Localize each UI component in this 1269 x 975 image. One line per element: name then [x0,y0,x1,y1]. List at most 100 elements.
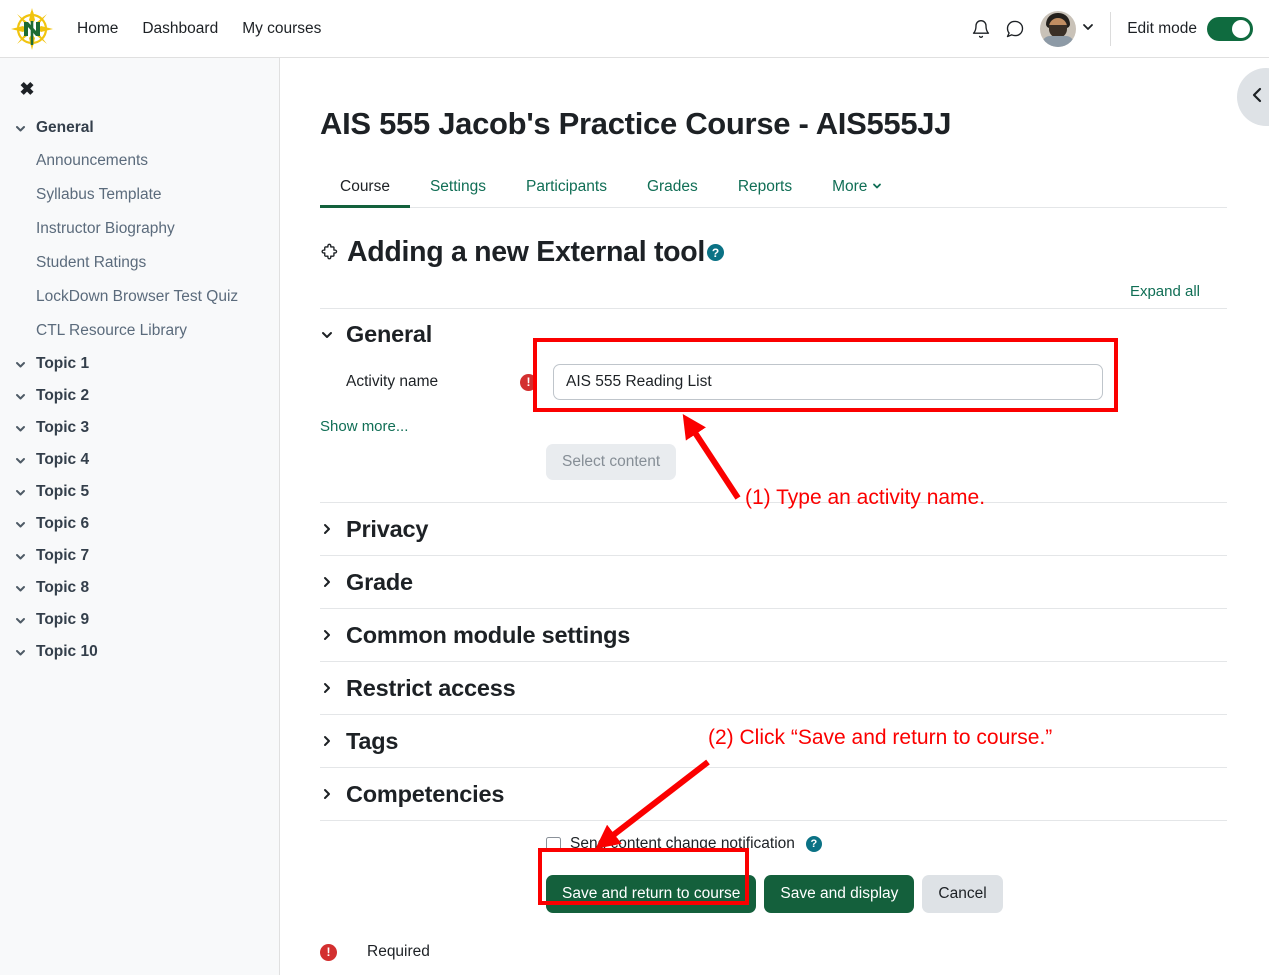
course-index-section-label: Topic 5 [36,483,90,500]
avatar [1040,10,1077,47]
tab-label: Course [340,178,390,196]
chevron-down-icon [14,422,36,435]
annotation-step-2: (2) Click “Save and return to course.” [708,726,1053,749]
course-tab-bar: Course Settings Participants Grades Reports M… [320,166,1227,209]
select-content-button[interactable]: Select content [546,444,677,481]
tab-settings[interactable]: Settings [410,178,506,207]
section-title: Common module settings [346,621,631,648]
required-legend-text: Required [367,943,430,961]
edit-mode-label: Edit mode [1127,19,1197,37]
course-index-item[interactable]: Student Ratings [0,246,279,280]
form-heading-help-icon[interactable]: ? [706,244,724,262]
collapsed-sections-list: Privacy Grade Common module settings Restri… [320,502,1227,820]
section-title: Competencies [346,780,505,807]
nmu-logo[interactable] [9,6,55,52]
form-footer: Send content change notification ? Save … [320,820,1227,961]
send-notification-help-icon[interactable]: ? [805,836,822,853]
expand-all-row: Expand all [320,283,1200,300]
form-heading: Adding a new External tool ? [320,236,1229,269]
course-index-section-label: Topic 1 [36,355,90,372]
required-legend: ! Required [320,943,1227,961]
edit-mode-toggle[interactable] [1207,16,1253,41]
nav-link-dashboard[interactable]: Dashboard [142,20,218,38]
course-index-section-topic-6[interactable]: Topic 6 [0,508,279,540]
chevron-down-icon [14,454,36,467]
section-competencies[interactable]: Competencies [320,767,1227,820]
course-index-section-label: Topic 6 [36,515,90,532]
tab-label: Reports [737,178,793,196]
course-index-section-topic-5[interactable]: Topic 5 [0,476,279,508]
chevron-down-icon [14,486,36,499]
chevron-right-icon [320,522,346,536]
save-and-display-button[interactable]: Save and display [764,875,915,914]
course-index-list: General Announcements Syllabus Template Ins… [0,102,279,668]
tab-grades[interactable]: Grades [627,178,718,207]
course-index-section-topic-4[interactable]: Topic 4 [0,444,279,476]
section-title: Grade [346,568,413,595]
course-index-section-topic-2[interactable]: Topic 2 [0,380,279,412]
tab-course[interactable]: Course [320,178,410,209]
course-index-section-topic-7[interactable]: Topic 7 [0,540,279,572]
chevron-down-icon [14,390,36,403]
speech-bubble-icon[interactable] [998,12,1032,46]
course-index-section-topic-8[interactable]: Topic 8 [0,572,279,604]
course-index-section-topic-9[interactable]: Topic 9 [0,604,279,636]
course-index-section-label: Topic 4 [36,451,90,468]
general-section-header[interactable]: General [320,321,1227,348]
nav-link-home[interactable]: Home [77,20,118,38]
cancel-button[interactable]: Cancel [922,875,1003,914]
send-notification-checkbox[interactable] [546,836,561,852]
form-action-buttons: Save and return to course Save and displ… [320,875,1227,914]
chevron-down-icon [872,182,882,194]
course-index-item[interactable]: CTL Resource Library [0,314,279,348]
tab-more[interactable]: More [812,178,902,207]
navbar-divider [1110,11,1112,46]
send-notification-row: Send content change notification ? [320,835,1227,853]
course-index-item[interactable]: LockDown Browser Test Quiz [0,280,279,314]
nav-link-my-courses[interactable]: My courses [242,20,321,38]
tab-label: Participants [525,178,607,196]
tab-participants[interactable]: Participants [506,178,627,207]
course-index-section-topic-1[interactable]: Topic 1 [0,348,279,380]
chevron-right-icon [320,734,346,748]
course-index-section-label: General [36,119,94,136]
course-index-item[interactable]: Instructor Biography [0,212,279,246]
chevron-down-icon [14,614,36,627]
section-restrict-access[interactable]: Restrict access [320,661,1227,714]
course-index-section-label: Topic 3 [36,419,90,436]
close-drawer-button[interactable]: ✖ [14,76,40,102]
course-index-section-topic-3[interactable]: Topic 3 [0,412,279,444]
general-section: General Activity name ! Show more... Sel… [320,308,1227,481]
activity-name-input[interactable] [553,364,1103,401]
chevron-down-icon [1082,20,1094,38]
section-privacy[interactable]: Privacy [320,502,1227,555]
chevron-down-icon [14,122,36,135]
section-grade[interactable]: Grade [320,555,1227,608]
chevron-right-icon [320,628,346,642]
tab-label: More [832,178,868,196]
form-heading-text: Adding a new External tool [347,236,705,269]
save-and-return-button[interactable]: Save and return to course [546,875,757,914]
chevron-down-icon [14,550,36,563]
tab-label: Grades [646,178,698,196]
bell-icon[interactable] [964,12,998,46]
general-section-title: General [346,321,433,348]
chevron-down-icon [14,358,36,371]
section-common-module-settings[interactable]: Common module settings [320,608,1227,661]
puzzle-piece-icon [320,243,339,262]
section-title: Privacy [346,515,429,542]
course-index-item[interactable]: Syllabus Template [0,178,279,212]
tab-reports[interactable]: Reports [718,178,812,207]
user-menu[interactable] [1040,10,1094,47]
expand-all-link[interactable]: Expand all [1130,283,1200,300]
chevron-down-icon [14,518,36,531]
show-more-link[interactable]: Show more... [320,418,408,435]
show-more-row: Show more... [320,418,1227,436]
activity-name-label: Activity name [346,373,439,391]
chevron-right-icon [320,787,346,801]
course-index-item[interactable]: Announcements [0,144,279,178]
course-index-section-topic-10[interactable]: Topic 10 [0,636,279,668]
tab-label: Settings [429,178,486,196]
navbar-right-cluster: Edit mode [964,0,1269,57]
course-index-section-general[interactable]: General [0,112,279,144]
